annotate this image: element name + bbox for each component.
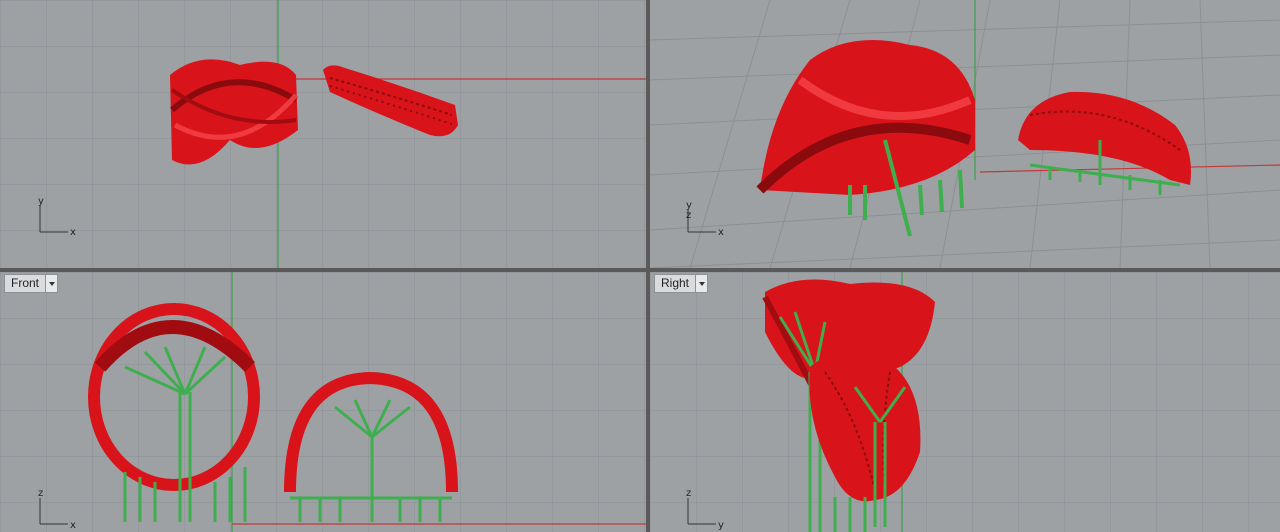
viewport-front[interactable]: x z Front <box>0 272 646 532</box>
top-viewport-canvas[interactable]: x y <box>0 0 646 268</box>
axis-z-label: z <box>686 210 691 221</box>
twisted-ring-model[interactable] <box>756 40 975 237</box>
filigree-band-model[interactable] <box>1018 91 1191 195</box>
front-viewport-canvas[interactable]: x z <box>0 272 646 532</box>
axis-y-label: y <box>718 520 724 531</box>
viewport-top[interactable]: x y <box>0 0 646 268</box>
viewport-title-label: Front <box>11 276 40 290</box>
axis-z-label: z <box>686 488 691 499</box>
viewport-title-front[interactable]: Front <box>4 274 59 293</box>
perspective-viewport-canvas[interactable]: x y z <box>650 0 1280 268</box>
x-axis-line <box>979 164 1280 173</box>
right-viewport-canvas[interactable]: y z <box>650 272 1280 532</box>
axis-x-label: x <box>70 520 76 531</box>
chevron-down-icon[interactable] <box>45 275 58 292</box>
viewport-title-right[interactable]: Right <box>654 274 709 293</box>
viewport-right[interactable]: y z Right <box>650 272 1280 532</box>
axis-y-label: y <box>38 196 44 207</box>
axis-z-label: z <box>38 488 43 499</box>
viewport-perspective[interactable]: x y z <box>650 0 1280 268</box>
viewport-layout: x y x y z x z Front y z Right <box>0 0 1280 532</box>
axis-x-label: x <box>70 227 76 238</box>
chevron-down-icon[interactable] <box>695 275 708 292</box>
axis-x-label: x <box>718 227 724 238</box>
viewport-title-label: Right <box>661 276 690 290</box>
